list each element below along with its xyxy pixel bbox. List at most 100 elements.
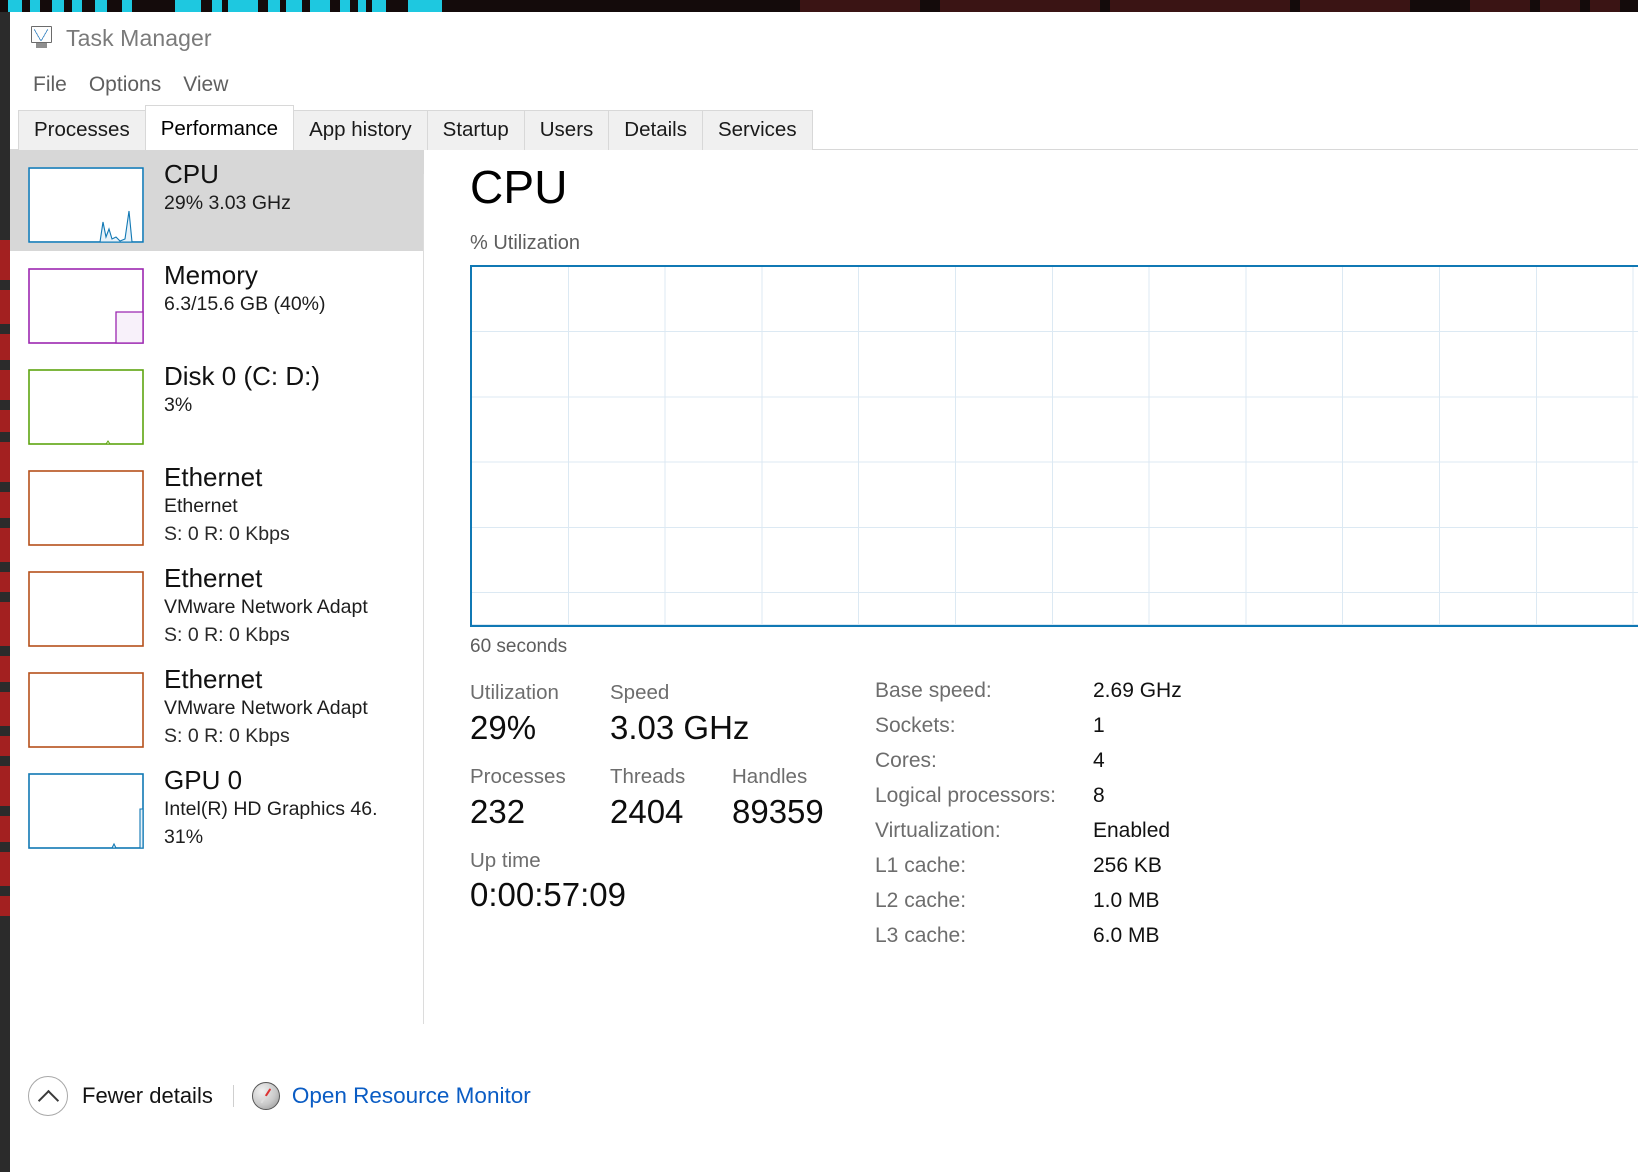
cpu-detail-pane: CPU % Utilization 60 seconds Utilization… — [424, 150, 1638, 1048]
sidebar-item-ethernet-3[interactable]: Ethernet VMware Network Adapt S: 0 R: 0 … — [10, 655, 424, 756]
stat-processes-label: Processes — [470, 764, 566, 788]
sidebar-item-disk0[interactable]: Disk 0 (C: D:) 3% — [10, 352, 424, 453]
sidebar-item-ethernet-2-throughput: S: 0 R: 0 Kbps — [164, 624, 290, 647]
sidebar-item-disk0-title: Disk 0 (C: D:) — [164, 362, 320, 391]
tab-users[interactable]: Users — [523, 109, 610, 150]
stat-processes: Processes 232 — [470, 764, 610, 832]
spec-row-l2-cache: L2 cache: 1.0 MB — [875, 890, 1182, 911]
tab-app-history[interactable]: App history — [293, 109, 428, 150]
spec-row-cores: Cores: 4 — [875, 750, 1182, 771]
ethernet3-thumbnail-graph — [28, 672, 144, 748]
stat-handles: Handles 89359 — [732, 764, 824, 832]
graph-time-range-label: 60 seconds — [470, 636, 568, 657]
chevron-up-icon[interactable] — [28, 1076, 68, 1116]
gpu-thumbnail-graph — [28, 773, 144, 849]
menu-bar: File Options View — [10, 64, 1638, 106]
sidebar-item-ethernet-1-title: Ethernet — [164, 463, 263, 492]
stat-utilization: Utilization 29% — [470, 680, 610, 748]
sidebar-item-memory-stats: 6.3/15.6 GB (40%) — [164, 293, 326, 316]
stat-utilization-label: Utilization — [470, 681, 559, 704]
spec-value-l1-cache: 256 KB — [1093, 854, 1162, 877]
title-bar: Task Manager — [10, 12, 1638, 64]
spec-key-l2-cache: L2 cache: — [875, 889, 967, 912]
stat-utilization-value: 29% — [470, 708, 537, 746]
sidebar-item-memory-title: Memory — [164, 261, 258, 290]
stat-speed-value: 3.03 GHz — [610, 708, 750, 746]
sidebar-item-ethernet-1[interactable]: Ethernet Ethernet S: 0 R: 0 Kbps — [10, 453, 424, 554]
stat-handles-label: Handles — [732, 764, 808, 788]
window-title: Task Manager — [66, 24, 212, 51]
spec-value-cores: 4 — [1093, 749, 1105, 772]
task-manager-icon — [28, 26, 54, 50]
spec-key-l3-cache: L3 cache: — [875, 924, 967, 947]
sidebar-item-ethernet-1-adapter: Ethernet — [164, 495, 238, 518]
spec-value-l2-cache: 1.0 MB — [1093, 889, 1160, 912]
sidebar-item-ethernet-2[interactable]: Ethernet VMware Network Adapt S: 0 R: 0 … — [10, 554, 424, 655]
sidebar-item-ethernet-2-title: Ethernet — [164, 564, 263, 593]
cpu-utilization-graph — [470, 265, 1638, 627]
sidebar-item-gpu0[interactable]: GPU 0 Intel(R) HD Graphics 46. 31% — [10, 756, 424, 857]
spec-row-l1-cache: L1 cache: 256 KB — [875, 855, 1182, 876]
sidebar-item-cpu[interactable]: CPU 29% 3.03 GHz — [10, 150, 424, 251]
spec-row-base-speed: Base speed: 2.69 GHz — [875, 680, 1182, 701]
sidebar-item-memory-text: Memory 6.3/15.6 GB (40%) — [164, 261, 326, 318]
stat-threads-value: 2404 — [610, 792, 684, 830]
spec-value-l3-cache: 6.0 MB — [1093, 924, 1160, 947]
sidebar-item-memory[interactable]: Memory 6.3/15.6 GB (40%) — [10, 251, 424, 352]
tab-details[interactable]: Details — [608, 109, 703, 150]
cpu-stats: Utilization 29% Speed 3.03 GHz Processes… — [470, 680, 1638, 960]
spec-row-l3-cache: L3 cache: 6.0 MB — [875, 925, 1182, 946]
spec-key-l1-cache: L1 cache: — [875, 854, 967, 877]
stat-speed-label: Speed — [610, 681, 670, 704]
menu-item-view[interactable]: View — [172, 70, 239, 100]
tab-processes[interactable]: Processes — [18, 109, 146, 150]
spec-value-virtualization: Enabled — [1093, 819, 1171, 842]
stat-uptime-value: 0:00:57:09 — [470, 876, 626, 914]
spec-key-cores: Cores: — [875, 749, 937, 772]
disk-thumbnail-graph — [28, 369, 144, 445]
footer-separator — [232, 1085, 234, 1107]
cpu-spec-list: Base speed: 2.69 GHz Sockets: 1 Cores: 4… — [860, 680, 1182, 960]
stat-row-utilization-speed: Utilization 29% Speed 3.03 GHz — [470, 680, 860, 748]
stat-row-processes-threads-handles: Processes 232 Threads 2404 Handles 89359 — [470, 764, 860, 832]
spec-row-virtualization: Virtualization: Enabled — [875, 820, 1182, 841]
sidebar-item-cpu-stats: 29% 3.03 GHz — [164, 192, 291, 215]
open-resource-monitor-link[interactable]: Open Resource Monitor — [292, 1083, 531, 1109]
ethernet2-thumbnail-graph — [28, 571, 144, 647]
graph-axis-label: % Utilization — [470, 232, 581, 254]
spec-value-logical-processors: 8 — [1093, 784, 1105, 807]
memory-thumbnail-graph — [28, 268, 144, 344]
menu-item-options[interactable]: Options — [78, 70, 172, 100]
stat-threads: Threads 2404 — [610, 764, 732, 832]
sidebar-item-cpu-title: CPU — [164, 160, 219, 189]
spec-row-logical-processors: Logical processors: 8 — [875, 785, 1182, 806]
sidebar-item-ethernet-3-throughput: S: 0 R: 0 Kbps — [164, 725, 290, 748]
cpu-stats-primary: Utilization 29% Speed 3.03 GHz Processes… — [470, 680, 860, 960]
sidebar-item-ethernet-2-adapter: VMware Network Adapt — [164, 596, 368, 619]
spec-key-logical-processors: Logical processors: — [875, 784, 1056, 807]
sidebar-item-gpu0-usage: 31% — [164, 826, 204, 849]
sidebar-item-disk0-text: Disk 0 (C: D:) 3% — [164, 362, 320, 419]
cpu-thumbnail-graph — [28, 167, 144, 243]
status-bar: Fewer details Open Resource Monitor — [10, 1048, 1638, 1144]
stat-threads-label: Threads — [610, 764, 686, 788]
stat-processes-value: 232 — [470, 792, 526, 830]
fewer-details-button[interactable]: Fewer details — [82, 1083, 213, 1109]
stat-speed: Speed 3.03 GHz — [610, 680, 749, 748]
spec-value-base-speed: 2.69 GHz — [1093, 679, 1182, 702]
spec-value-sockets: 1 — [1093, 714, 1105, 737]
spec-key-sockets: Sockets: — [875, 714, 956, 737]
resource-monitor-icon — [251, 1082, 280, 1110]
resource-sidebar: CPU 29% 3.03 GHz Memory 6.3/15.6 GB (40%… — [10, 150, 424, 1048]
ethernet1-thumbnail-graph — [28, 470, 144, 546]
tab-startup[interactable]: Startup — [426, 109, 525, 150]
tab-services[interactable]: Services — [701, 109, 813, 150]
tab-performance[interactable]: Performance — [144, 104, 295, 150]
page-title: CPU — [470, 161, 568, 213]
spec-key-base-speed: Base speed: — [875, 679, 992, 702]
sidebar-item-ethernet-2-text: Ethernet VMware Network Adapt S: 0 R: 0 … — [164, 564, 368, 650]
menu-item-file[interactable]: File — [22, 70, 78, 100]
stat-uptime-label: Up time — [470, 848, 541, 872]
sidebar-item-ethernet-3-adapter: VMware Network Adapt — [164, 697, 368, 720]
sidebar-item-ethernet-1-throughput: S: 0 R: 0 Kbps — [164, 523, 290, 546]
